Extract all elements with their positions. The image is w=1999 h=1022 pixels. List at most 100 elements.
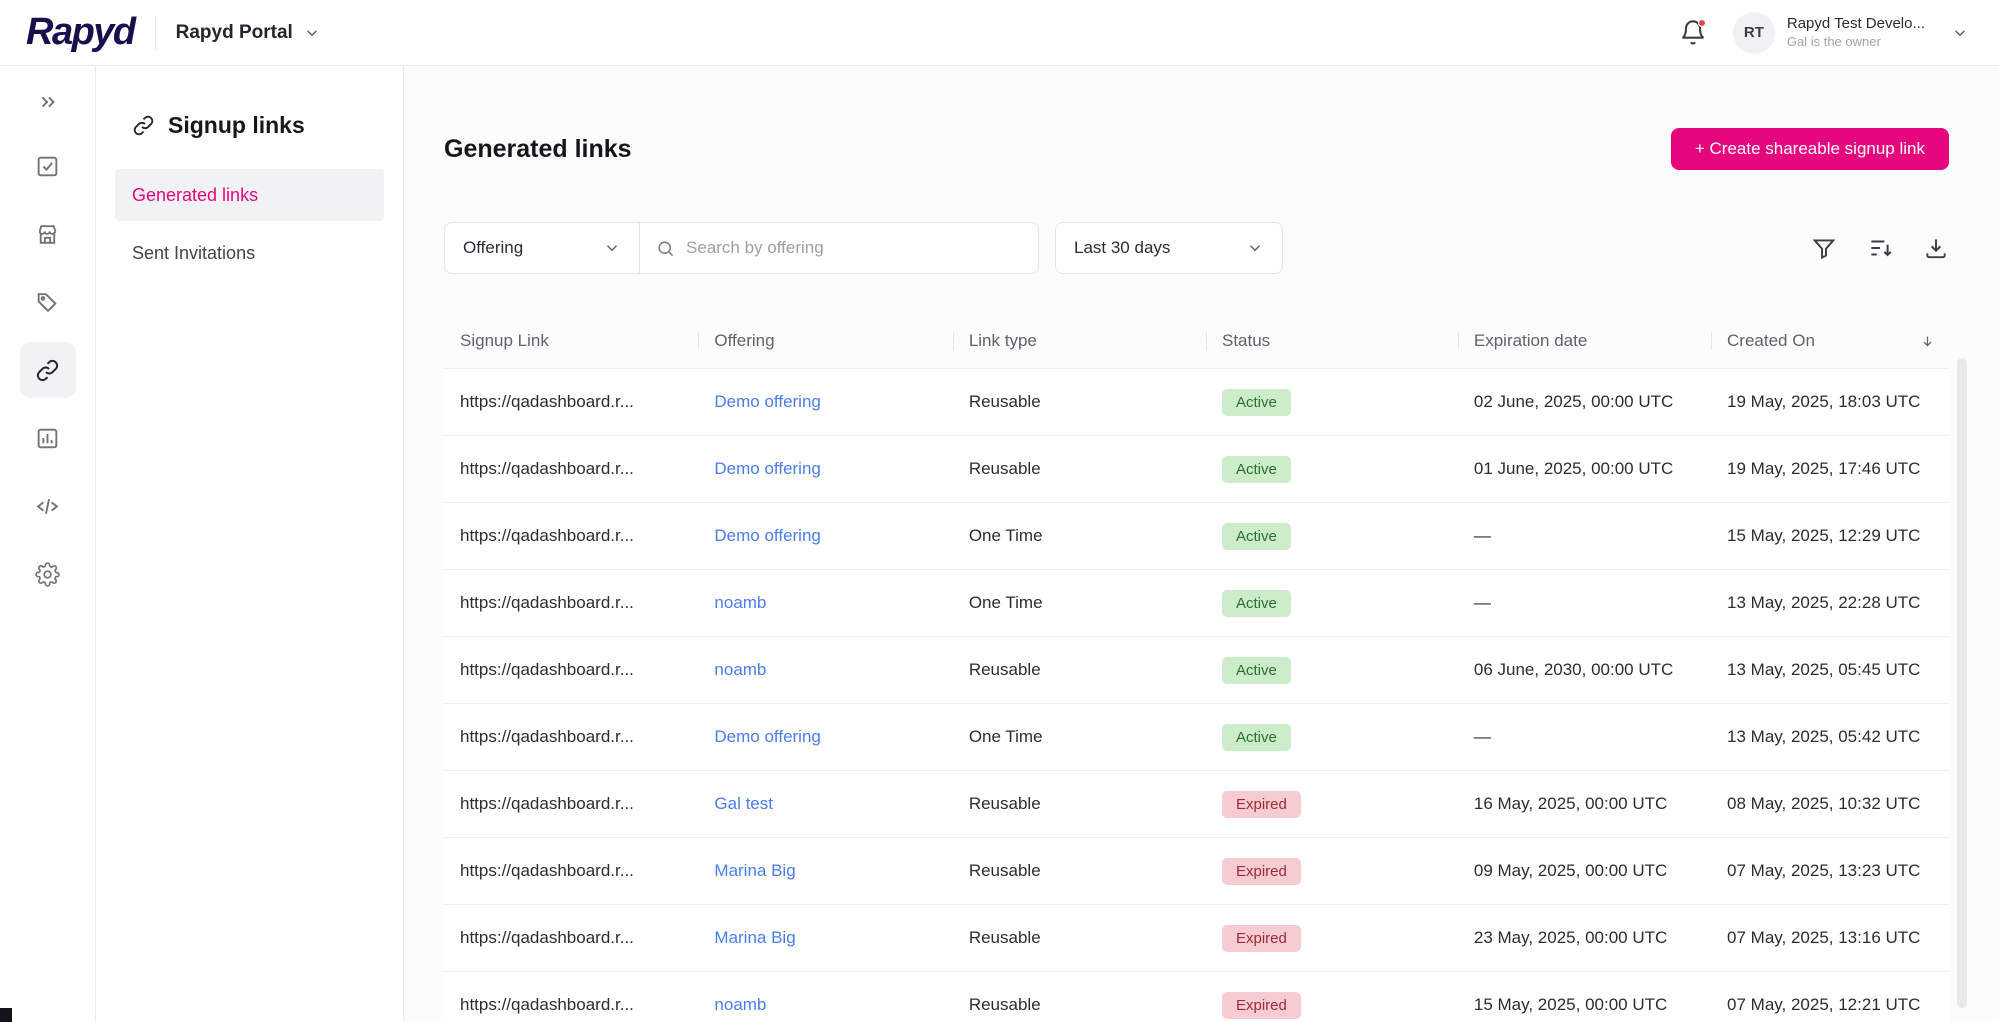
cell-signup-link: https://qadashboard.r... <box>460 928 634 947</box>
table-row[interactable]: https://qadashboard.r... Demo offering O… <box>444 703 1949 770</box>
offering-link[interactable]: Marina Big <box>714 861 795 880</box>
table-scrollbar[interactable] <box>1957 358 1967 1008</box>
screen-corner-artifact <box>0 1008 12 1022</box>
tags-icon <box>37 292 57 312</box>
rail-item-offerings[interactable] <box>20 274 76 330</box>
offering-filter-dropdown[interactable]: Offering <box>445 223 639 273</box>
cell-created-on: 07 May, 2025, 13:16 UTC <box>1727 928 1921 947</box>
store-icon <box>38 224 57 244</box>
rail-item-settings[interactable] <box>20 546 76 602</box>
sort-lines-icon <box>1871 240 1892 257</box>
status-badge: Active <box>1221 455 1291 483</box>
cell-link-type: Reusable <box>968 995 1041 1014</box>
notifications-button[interactable] <box>1679 18 1707 47</box>
offering-link[interactable]: Marina Big <box>714 928 795 947</box>
offering-link[interactable]: Demo offering <box>714 459 820 478</box>
status-badge: Expired <box>1221 790 1301 818</box>
column-header-link-type[interactable]: Link type <box>952 331 1206 351</box>
filter-button[interactable] <box>1811 235 1837 261</box>
portal-label: Rapyd Portal <box>175 21 293 43</box>
expand-sidebar-button[interactable] <box>26 82 70 122</box>
account-menu[interactable]: RT Rapyd Test Develo... Gal is the owner <box>1732 11 1925 54</box>
account-subtitle: Gal is the owner <box>1786 33 1881 49</box>
rail-item-signup-links[interactable] <box>19 342 76 398</box>
icon-rail <box>0 66 96 1022</box>
status-badge: Active <box>1221 723 1291 751</box>
cell-created-on: 07 May, 2025, 13:23 UTC <box>1727 861 1921 880</box>
header-right: RT Rapyd Test Develo... Gal is the owner <box>1679 11 1969 54</box>
table-row[interactable]: https://qadashboard.r... Marina Big Reus… <box>444 904 1949 971</box>
rail-item-developers[interactable] <box>20 478 76 534</box>
table-body: https://qadashboard.r... Demo offering R… <box>444 368 1949 1022</box>
avatar: RT <box>1732 11 1775 54</box>
sidebar-title-text: Signup links <box>168 112 305 138</box>
cell-signup-link: https://qadashboard.r... <box>460 794 634 813</box>
offering-link[interactable]: noamb <box>714 660 766 679</box>
generated-links-table: Signup Link Offering Link type Status Ex… <box>444 314 1949 1022</box>
cell-signup-link: https://qadashboard.r... <box>460 526 634 545</box>
download-button[interactable] <box>1923 235 1949 261</box>
chevron-down-icon <box>1249 245 1261 252</box>
cell-expiration-date: 06 June, 2030, 00:00 UTC <box>1473 660 1674 679</box>
cell-created-on: 07 May, 2025, 12:21 UTC <box>1727 995 1921 1014</box>
rail-item-reports[interactable] <box>20 410 76 466</box>
offering-link[interactable]: Demo offering <box>714 392 820 411</box>
portal-switcher[interactable]: Rapyd Portal <box>176 22 321 44</box>
table-row[interactable]: https://qadashboard.r... noamb Reusable … <box>444 971 1949 1022</box>
account-chevron-down-icon[interactable] <box>1951 24 1969 42</box>
cell-expiration-date: — <box>1473 593 1491 612</box>
offering-link[interactable]: Gal test <box>714 794 773 813</box>
cell-signup-link: https://qadashboard.r... <box>460 593 634 612</box>
table-row[interactable]: https://qadashboard.r... noamb Reusable … <box>444 636 1949 703</box>
cell-created-on: 13 May, 2025, 05:42 UTC <box>1727 727 1921 746</box>
cell-signup-link: https://qadashboard.r... <box>460 727 634 746</box>
sidebar-item-generated-links[interactable]: Generated links <box>115 169 384 221</box>
column-header-status[interactable]: Status <box>1205 331 1458 351</box>
rail-item-checklist[interactable] <box>20 138 76 194</box>
sidebar-items: Generated links Sent Invitations <box>96 169 403 279</box>
cell-signup-link: https://qadashboard.r... <box>460 995 634 1014</box>
cell-link-type: One Time <box>968 593 1043 612</box>
main-header: Generated links + Create shareable signu… <box>444 128 1949 170</box>
cell-expiration-date: 16 May, 2025, 00:00 UTC <box>1473 794 1668 813</box>
column-header-offering[interactable]: Offering <box>698 331 953 351</box>
table-row[interactable]: https://qadashboard.r... Gal test Reusab… <box>444 770 1949 837</box>
column-header-signup-link[interactable]: Signup Link <box>444 331 698 351</box>
chevron-down-icon <box>306 29 317 36</box>
filter-funnel-icon <box>1812 239 1836 260</box>
sort-descending-arrow-icon <box>1923 336 1932 346</box>
table-row[interactable]: https://qadashboard.r... noamb One Time … <box>444 569 1949 636</box>
table-row[interactable]: https://qadashboard.r... Marina Big Reus… <box>444 837 1949 904</box>
offering-link[interactable]: noamb <box>714 593 766 612</box>
sidebar-item-sent-invitations[interactable]: Sent Invitations <box>115 227 384 279</box>
status-badge: Expired <box>1221 924 1301 952</box>
cell-created-on: 19 May, 2025, 17:46 UTC <box>1727 459 1921 478</box>
search-input[interactable] <box>686 238 1022 258</box>
cell-link-type: Reusable <box>968 459 1041 478</box>
cell-expiration-date: 09 May, 2025, 00:00 UTC <box>1473 861 1668 880</box>
rail-item-store[interactable] <box>20 206 76 262</box>
create-signup-link-button[interactable]: + Create shareable signup link <box>1670 128 1949 170</box>
table-row[interactable]: https://qadashboard.r... Demo offering O… <box>444 502 1949 569</box>
table-row[interactable]: https://qadashboard.r... Demo offering R… <box>444 368 1949 435</box>
cell-expiration-date: 23 May, 2025, 00:00 UTC <box>1473 928 1668 947</box>
cell-created-on: 13 May, 2025, 05:45 UTC <box>1727 660 1921 679</box>
table-row[interactable]: https://qadashboard.r... Demo offering R… <box>444 435 1949 502</box>
cell-expiration-date: 02 June, 2025, 00:00 UTC <box>1473 392 1674 411</box>
settings-gear-icon <box>35 561 60 587</box>
offering-link[interactable]: noamb <box>714 995 766 1014</box>
offering-filter-label: Offering <box>463 238 524 257</box>
cell-expiration-date: — <box>1473 526 1491 545</box>
column-header-created-on[interactable]: Created On <box>1711 331 1949 351</box>
offering-link[interactable]: Demo offering <box>714 727 820 746</box>
offering-link[interactable]: Demo offering <box>714 526 820 545</box>
search-icon <box>658 240 674 256</box>
status-badge: Active <box>1221 656 1291 684</box>
sort-button[interactable] <box>1867 235 1893 261</box>
status-badge: Active <box>1221 589 1291 617</box>
table-header-row: Signup Link Offering Link type Status Ex… <box>444 314 1949 368</box>
cell-link-type: One Time <box>968 727 1043 746</box>
date-range-dropdown[interactable]: Last 30 days <box>1055 222 1283 274</box>
cell-signup-link: https://qadashboard.r... <box>460 861 634 880</box>
column-header-expiration-date[interactable]: Expiration date <box>1457 331 1712 351</box>
